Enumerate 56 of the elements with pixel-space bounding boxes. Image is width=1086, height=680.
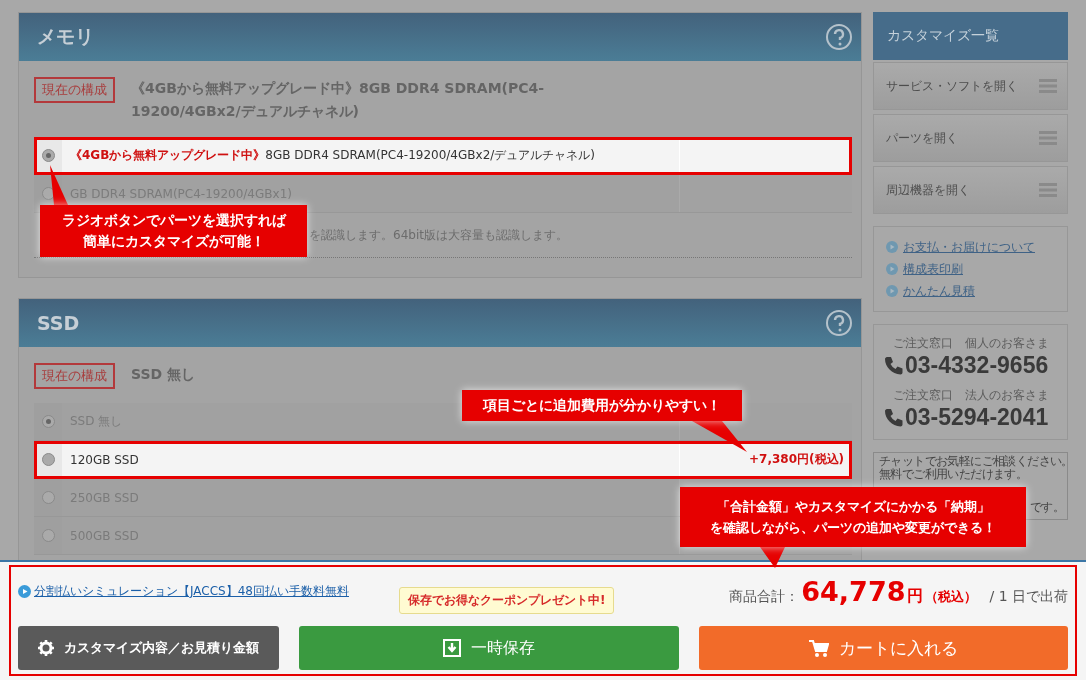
total-label: 商品合計： — [729, 587, 800, 606]
annotation-tooltip: ラジオボタンでパーツを選択すれば 簡単にカスタマイズが可能！ — [40, 205, 307, 257]
callout-tail — [50, 165, 68, 205]
estimate-button[interactable]: カスタマイズ内容／お見積り金額 — [18, 626, 279, 670]
sidebar-link[interactable]: かんたん見積 — [903, 282, 975, 300]
radio-button[interactable] — [41, 491, 55, 504]
coupon-tooltip: 保存でお得なクーポンプレゼント中! — [399, 587, 615, 614]
phone-label: ご注文窓口 個人のお客さま — [891, 335, 1050, 352]
download-icon — [443, 639, 461, 657]
chat-text: チャットでお気軽にご相談ください。 — [879, 455, 1073, 468]
chat-text: です。 — [1029, 499, 1064, 515]
total-amount: 64,778 — [801, 575, 906, 607]
option-name[interactable]: 120GB SSD — [70, 452, 139, 467]
phone-label: ご注文窓口 法人のお客さま — [891, 387, 1050, 404]
sidebar-title: カスタマイズ一覧 — [873, 12, 1068, 60]
cart-icon — [809, 639, 829, 657]
sidebar-menu-item[interactable]: サービス・ソフトを開く — [873, 62, 1068, 110]
sidebar-link[interactable]: 構成表印刷 — [903, 260, 963, 278]
menu-icon — [1039, 183, 1057, 197]
radio-button[interactable] — [41, 529, 55, 542]
sidebar-link[interactable]: お支払・お届けについて — [903, 238, 1035, 256]
help-icon[interactable] — [825, 23, 853, 51]
play-icon — [886, 241, 898, 253]
phone-icon — [884, 407, 903, 428]
cart-button[interactable]: カートに入れる — [699, 626, 1068, 670]
phone-icon — [884, 355, 903, 376]
gear-icon — [38, 640, 54, 656]
option-name[interactable]: 《4GBから無料アップグレード中》8GB DDR4 SDRAM(PC4-19200/4GBx2/デュアルチャネル) — [70, 147, 595, 164]
current-config-label: 現在の構成 — [34, 363, 115, 389]
sidebar-menu-item[interactable]: パーツを開く — [873, 114, 1068, 162]
phone-number: 03-4332-9656 — [905, 352, 1049, 379]
play-icon — [18, 584, 31, 598]
radio-button[interactable] — [41, 453, 55, 466]
current-config-label: 現在の構成 — [34, 77, 115, 103]
section-title: SSD — [37, 312, 80, 334]
tax-note: （税込） — [925, 587, 978, 606]
option-price: +7,380円(税込) — [749, 451, 844, 468]
play-icon — [886, 285, 898, 297]
menu-icon — [1039, 79, 1057, 93]
chat-text: 無料でご利用いただけます。 — [879, 468, 1028, 481]
annotation-tooltip: 「合計金額」やカスタマイズにかかる「納期」 を確認しながら、パーツの追加や変更ができる！ — [680, 487, 1026, 547]
menu-icon — [1039, 131, 1057, 145]
radio-button[interactable] — [41, 415, 55, 428]
currency-unit: 円 — [907, 585, 924, 607]
current-config-value: 《4GBから無料アップグレード中》8GB DDR4 SDRAM(PC4-19200/4GBx2/デュアルチャネル) — [131, 79, 546, 121]
current-config-value: SSD 無し — [131, 365, 197, 384]
help-icon[interactable] — [825, 309, 853, 337]
installment-link[interactable]: 分割払いシミュレーション【JACCS】48回払い手数料無料 — [34, 582, 349, 600]
callout-tail — [692, 421, 747, 452]
phone-number: 03-5294-2041 — [905, 404, 1049, 431]
shipping-info: / 1 日で出荷 — [989, 587, 1068, 606]
play-icon — [886, 263, 898, 275]
save-button[interactable]: 一時保存 — [299, 626, 679, 670]
sidebar-menu-item[interactable]: 周辺機器を開く — [873, 166, 1068, 214]
radio-button[interactable] — [41, 149, 55, 162]
section-title: メモリ — [37, 24, 94, 49]
